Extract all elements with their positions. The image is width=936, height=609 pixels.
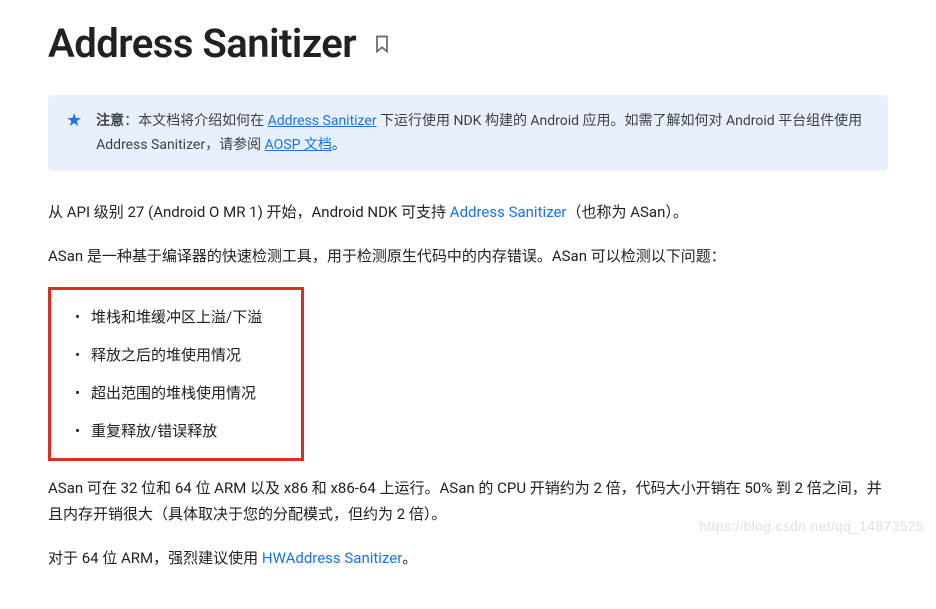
- note-text: 注意：本文档将介绍如何在 Address Sanitizer 下运行使用 NDK…: [96, 109, 868, 157]
- page-title: Address Sanitizer: [48, 20, 356, 67]
- note-link-asan[interactable]: Address Sanitizer: [268, 113, 377, 129]
- note-label: 注意: [96, 113, 124, 129]
- issue-list: 堆栈和堆缓冲区上溢/下溢 释放之后的堆使用情况 超出范围的堆栈使用情况 重复释放…: [48, 287, 304, 461]
- list-item: 堆栈和堆缓冲区上溢/下溢: [75, 298, 285, 336]
- p1-link-asan[interactable]: Address Sanitizer: [450, 203, 567, 221]
- note-link-aosp[interactable]: AOSP 文档: [265, 137, 332, 153]
- star-icon: ★: [66, 111, 82, 131]
- bookmark-icon[interactable]: [372, 32, 392, 56]
- note-callout: ★ 注意：本文档将介绍如何在 Address Sanitizer 下运行使用 N…: [48, 95, 888, 171]
- p1-part2: （也称为 ASan）。: [567, 203, 688, 221]
- watermark: https://blog.csdn.net/qq_14873525: [699, 518, 924, 534]
- p1-part1: 从 API 级别 27 (Android O MR 1) 开始，Android …: [48, 203, 450, 221]
- p4-part2: 。: [402, 549, 417, 567]
- paragraph-2: ASan 是一种基于编译器的快速检测工具，用于检测原生代码中的内存错误。ASan…: [48, 243, 888, 269]
- paragraph-4: 对于 64 位 ARM，强烈建议使用 HWAddress Sanitizer。: [48, 545, 888, 571]
- list-item: 重复释放/错误释放: [75, 412, 285, 450]
- list-item: 超出范围的堆栈使用情况: [75, 374, 285, 412]
- note-colon: ：: [124, 113, 138, 129]
- p4-part1: 对于 64 位 ARM，强烈建议使用: [48, 549, 262, 567]
- note-part3: 。: [332, 137, 346, 153]
- note-part1: 本文档将介绍如何在: [138, 113, 267, 129]
- p4-link-hwasan[interactable]: HWAddress Sanitizer: [262, 549, 402, 567]
- list-item: 释放之后的堆使用情况: [75, 336, 285, 374]
- paragraph-1: 从 API 级别 27 (Android O MR 1) 开始，Android …: [48, 199, 888, 225]
